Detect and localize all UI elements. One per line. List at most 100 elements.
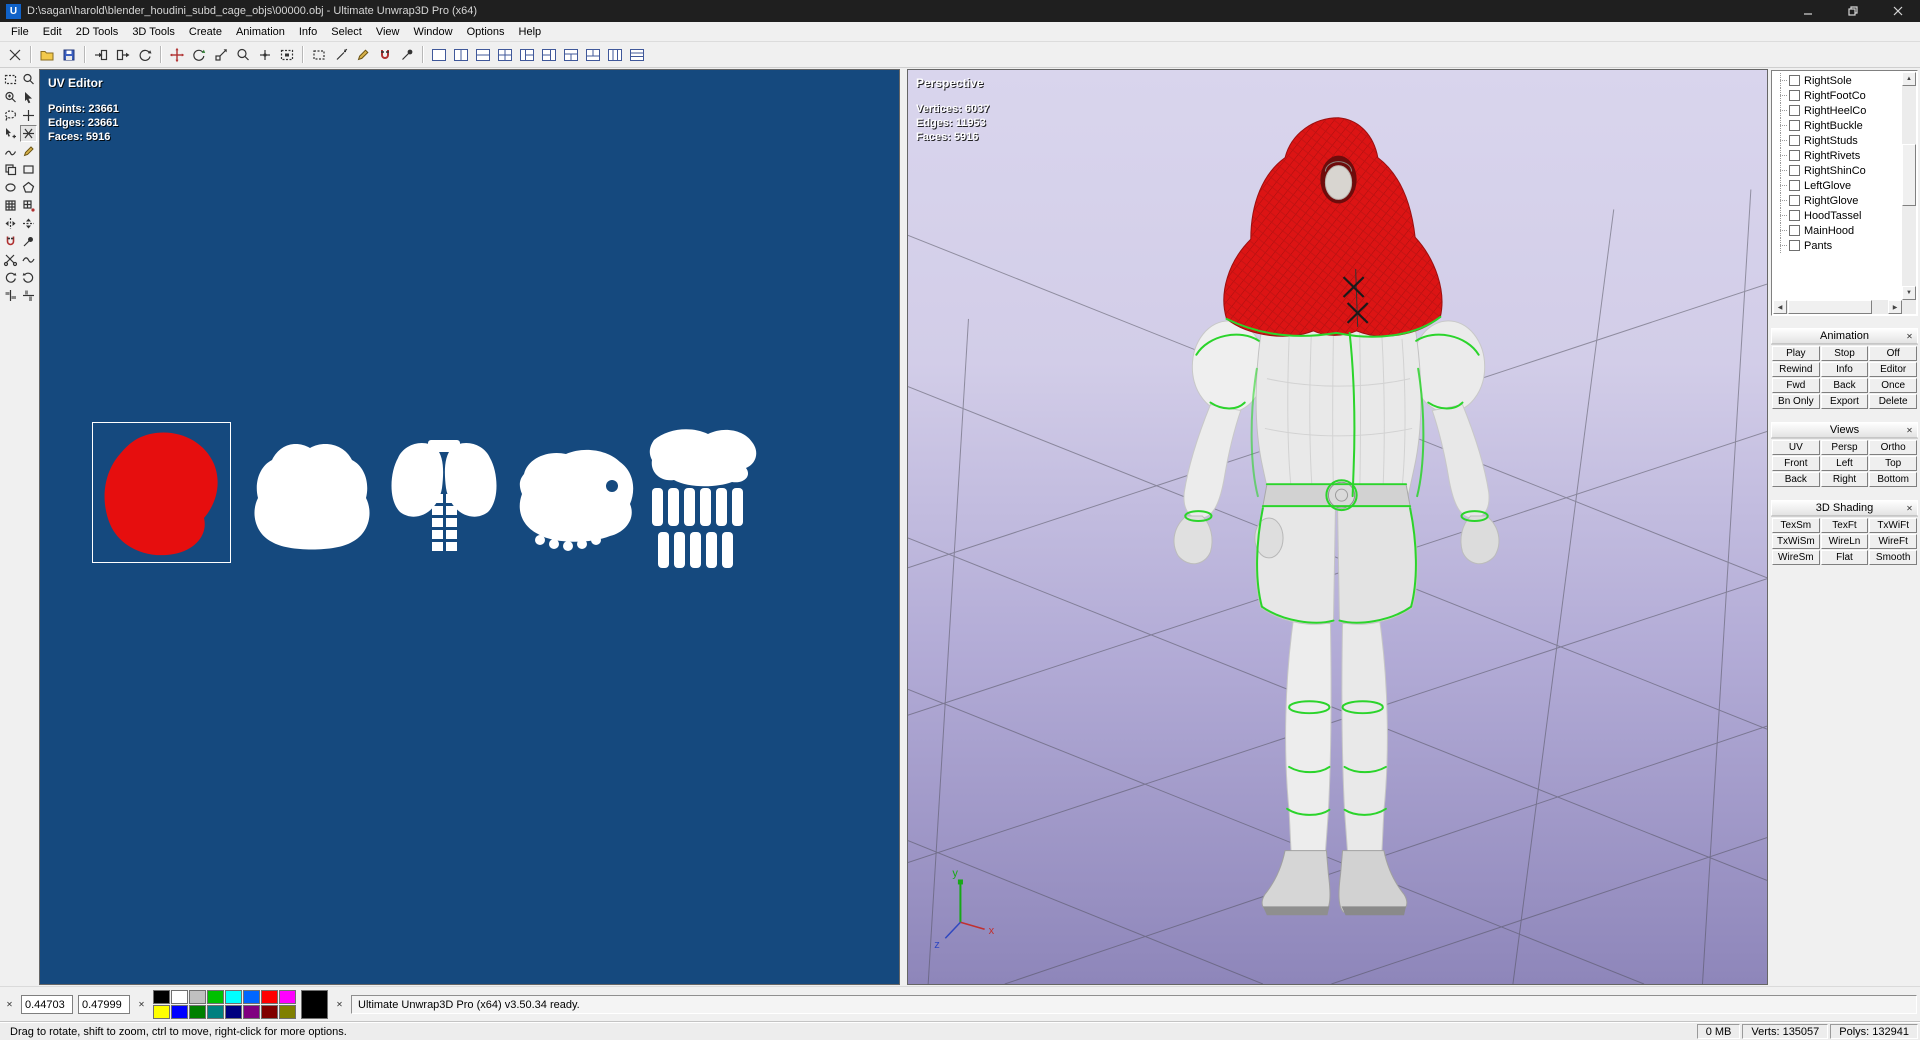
export-button[interactable]	[112, 44, 133, 65]
checkbox[interactable]	[1789, 240, 1800, 251]
anim-delete-button[interactable]: Delete	[1869, 394, 1917, 409]
pan-tool-button[interactable]	[254, 44, 275, 65]
scale-tool-button[interactable]	[210, 44, 231, 65]
menu-options[interactable]: Options	[460, 24, 512, 40]
tree-item-rightstuds[interactable]: RightStuds	[1773, 133, 1902, 148]
menu-2d-tools[interactable]: 2D Tools	[69, 24, 126, 40]
layout-bottom-split-button[interactable]	[582, 44, 603, 65]
palette-swatch[interactable]	[261, 1005, 278, 1019]
scroll-left-arrow[interactable]: ◀	[1773, 300, 1787, 314]
rotate-tool-button[interactable]	[188, 44, 209, 65]
status-close-button[interactable]: ✕	[333, 998, 346, 1011]
pen-tool[interactable]	[20, 143, 37, 160]
current-color-swatch[interactable]	[301, 990, 328, 1019]
palette-swatch[interactable]	[207, 990, 224, 1004]
panel-close-button[interactable]: ✕	[1903, 502, 1916, 515]
checkbox[interactable]	[1789, 150, 1800, 161]
snap-grid-tool[interactable]	[20, 197, 37, 214]
checkbox[interactable]	[1789, 120, 1800, 131]
palette-swatch[interactable]	[243, 990, 260, 1004]
layout-single-button[interactable]	[428, 44, 449, 65]
scroll-up-arrow[interactable]: ▲	[1902, 72, 1916, 86]
palette-swatch[interactable]	[225, 990, 242, 1004]
move-cross-tool[interactable]	[20, 107, 37, 124]
anim-editor-button[interactable]: Editor	[1869, 362, 1917, 377]
view-ortho-button[interactable]: Ortho	[1869, 440, 1917, 455]
anim-export-button[interactable]: Export	[1820, 394, 1869, 409]
checkbox[interactable]	[1789, 195, 1800, 206]
tree-vertical-scrollbar[interactable]: ▲ ▼	[1902, 72, 1916, 300]
tree-item-hoodtassel[interactable]: HoodTassel	[1773, 208, 1902, 223]
rotate-ccw-tool[interactable]	[2, 269, 19, 286]
tree-item-mainhood[interactable]: MainHood	[1773, 223, 1902, 238]
ellipse-tool[interactable]	[2, 179, 19, 196]
palette-swatch[interactable]	[189, 1005, 206, 1019]
fit-view-button[interactable]	[276, 44, 297, 65]
view-back-button[interactable]: Back	[1772, 472, 1820, 487]
checkbox[interactable]	[1789, 210, 1800, 221]
panel-splitter[interactable]	[900, 68, 907, 986]
scroll-right-arrow[interactable]: ▶	[1888, 300, 1902, 314]
minimize-button[interactable]	[1785, 0, 1830, 22]
menu-3d-tools[interactable]: 3D Tools	[125, 24, 182, 40]
menu-edit[interactable]: Edit	[36, 24, 69, 40]
anim-once-button[interactable]: Once	[1869, 378, 1917, 393]
view-left-button[interactable]: Left	[1820, 456, 1869, 471]
tree-item-rightheelco[interactable]: RightHeelCo	[1773, 103, 1902, 118]
view-front-button[interactable]: Front	[1772, 456, 1820, 471]
rect-tool[interactable]	[20, 161, 37, 178]
palette-swatch[interactable]	[153, 1005, 170, 1019]
tree-item-rightbuckle[interactable]: RightBuckle	[1773, 118, 1902, 133]
select-arrow-tool[interactable]	[20, 89, 37, 106]
checkbox[interactable]	[1789, 105, 1800, 116]
shading-txwift-button[interactable]: TxWiFt	[1869, 518, 1917, 533]
palette-swatch[interactable]	[279, 1005, 296, 1019]
anim-bnonly-button[interactable]: Bn Only	[1772, 394, 1820, 409]
save-button[interactable]	[58, 44, 79, 65]
palette-swatch[interactable]	[279, 990, 296, 1004]
tree-item-rightglove[interactable]: RightGlove	[1773, 193, 1902, 208]
shading-flat-button[interactable]: Flat	[1820, 550, 1869, 565]
view-top-button[interactable]: Top	[1869, 456, 1917, 471]
view-right-button[interactable]: Right	[1820, 472, 1869, 487]
scroll-thumb[interactable]	[1902, 144, 1916, 206]
layout-three-columns-button[interactable]	[604, 44, 625, 65]
layout-top-split-button[interactable]	[560, 44, 581, 65]
palette-swatch[interactable]	[171, 990, 188, 1004]
uv-coord-v-input[interactable]	[78, 995, 130, 1014]
menu-view[interactable]: View	[369, 24, 407, 40]
shading-texft-button[interactable]: TexFt	[1820, 518, 1869, 533]
tree-item-rightrivets[interactable]: RightRivets	[1773, 148, 1902, 163]
shading-wireln-button[interactable]: WireLn	[1820, 534, 1869, 549]
uv-coord-u-input[interactable]	[21, 995, 73, 1014]
palette-swatch[interactable]	[261, 990, 278, 1004]
checkbox[interactable]	[1789, 165, 1800, 176]
new-button[interactable]	[4, 44, 25, 65]
menu-file[interactable]: File	[4, 24, 36, 40]
mirror-horizontal-tool[interactable]	[2, 215, 19, 232]
anim-fwd-button[interactable]: Fwd	[1772, 378, 1820, 393]
anim-off-button[interactable]: Off	[1869, 346, 1917, 361]
select-rect-tool[interactable]	[2, 71, 19, 88]
menu-create[interactable]: Create	[182, 24, 229, 40]
perspective-viewport[interactable]: Perspective Vertices: 6037 Edges: 11953 …	[907, 69, 1768, 985]
view-bottom-button[interactable]: Bottom	[1869, 472, 1917, 487]
shading-wiresm-button[interactable]: WireSm	[1772, 550, 1820, 565]
scroll-down-arrow[interactable]: ▼	[1902, 286, 1916, 300]
menu-window[interactable]: Window	[406, 24, 459, 40]
anim-back-button[interactable]: Back	[1820, 378, 1869, 393]
add-vertex-tool[interactable]	[2, 125, 19, 142]
coords-close-button[interactable]: ✕	[3, 998, 16, 1011]
tree-item-rightfootco[interactable]: RightFootCo	[1773, 88, 1902, 103]
view-persp-button[interactable]: Persp	[1820, 440, 1869, 455]
polygon-tool[interactable]	[20, 179, 37, 196]
menu-select[interactable]: Select	[324, 24, 369, 40]
anim-info-button[interactable]: Info	[1820, 362, 1869, 377]
magic-wand-button[interactable]	[330, 44, 351, 65]
checkbox[interactable]	[1789, 225, 1800, 236]
import-button[interactable]	[90, 44, 111, 65]
layout-vsplit-button[interactable]	[450, 44, 471, 65]
palette-swatch[interactable]	[243, 1005, 260, 1019]
layout-left-split-button[interactable]	[516, 44, 537, 65]
palette-swatch[interactable]	[171, 1005, 188, 1019]
